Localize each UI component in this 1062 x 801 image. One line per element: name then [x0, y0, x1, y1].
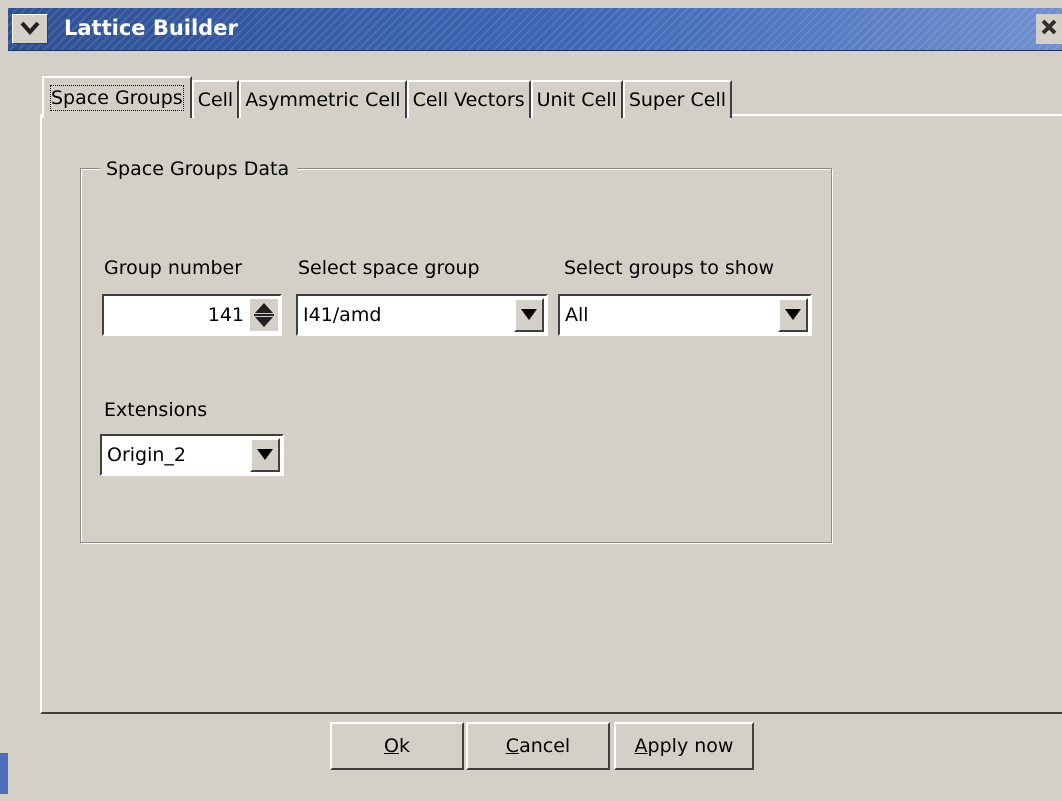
window-left-border [0, 0, 8, 801]
ok-mnemonic: O [384, 735, 399, 757]
tab-label: Asymmetric Cell [245, 89, 401, 111]
extensions-label: Extensions [104, 399, 208, 421]
cancel-mnemonic: C [505, 735, 520, 757]
select-groups-to-show-label: Select groups to show [564, 257, 774, 279]
tab-space-groups[interactable]: Space Groups [42, 76, 192, 118]
group-number-value: 141 [207, 304, 244, 326]
tab-asymmetric-cell[interactable]: Asymmetric Cell [239, 80, 407, 118]
notebook-tabs: Space Groups Cell Asymmetric Cell Cell V… [42, 76, 733, 118]
space-group-value: I41/amd [303, 304, 382, 326]
group-number-spinbox[interactable]: 141 [102, 294, 282, 336]
tab-cell[interactable]: Cell [191, 80, 240, 118]
spin-arrows-icon[interactable] [250, 299, 278, 331]
chevron-down-icon [20, 18, 40, 40]
close-button[interactable] [1036, 14, 1062, 44]
cancel-label-rest: ancel [519, 735, 571, 757]
cancel-button[interactable]: Cancel [466, 722, 610, 770]
frame-title: Space Groups Data [100, 156, 298, 182]
tab-label: Cell Vectors [412, 89, 525, 111]
apply-now-button[interactable]: Apply now [614, 722, 754, 770]
caret-down-icon [785, 309, 801, 320]
ok-label-rest: k [398, 735, 410, 757]
window-menu-button[interactable] [12, 14, 48, 44]
space-groups-data-frame [80, 168, 832, 543]
extensions-value: Origin_2 [107, 444, 187, 466]
extensions-combo[interactable]: Origin_2 [100, 434, 284, 476]
caret-down-icon [257, 449, 273, 460]
ok-button[interactable]: Ok [330, 722, 464, 770]
group-number-label: Group number [104, 257, 243, 279]
space-group-dropdown-button[interactable] [514, 298, 544, 332]
tab-cell-vectors[interactable]: Cell Vectors [406, 80, 531, 118]
select-space-group-label: Select space group [298, 257, 480, 279]
groups-to-show-value: All [565, 304, 589, 326]
window-bottom-border [0, 794, 1062, 801]
spin-buttons[interactable] [250, 299, 278, 331]
groups-to-show-dropdown-button[interactable] [778, 298, 808, 332]
tab-label: Space Groups [50, 85, 184, 111]
tab-label: Cell [197, 89, 234, 111]
tab-label: Unit Cell [536, 89, 617, 111]
apply-label-rest: pply now [647, 735, 734, 757]
title-bar[interactable]: Lattice Builder [8, 8, 1062, 51]
apply-mnemonic: A [634, 735, 648, 757]
groups-to-show-combo[interactable]: All [558, 294, 812, 336]
close-icon [1040, 18, 1058, 41]
caret-down-icon [521, 309, 537, 320]
tab-unit-cell[interactable]: Unit Cell [530, 80, 623, 118]
window-title: Lattice Builder [64, 16, 238, 40]
tab-label: Super Cell [628, 89, 727, 111]
lattice-builder-window: Lattice Builder Space Groups Cell Asymme… [0, 0, 1062, 801]
tab-super-cell[interactable]: Super Cell [622, 80, 733, 118]
space-group-combo[interactable]: I41/amd [296, 294, 548, 336]
extensions-dropdown-button[interactable] [250, 438, 280, 472]
